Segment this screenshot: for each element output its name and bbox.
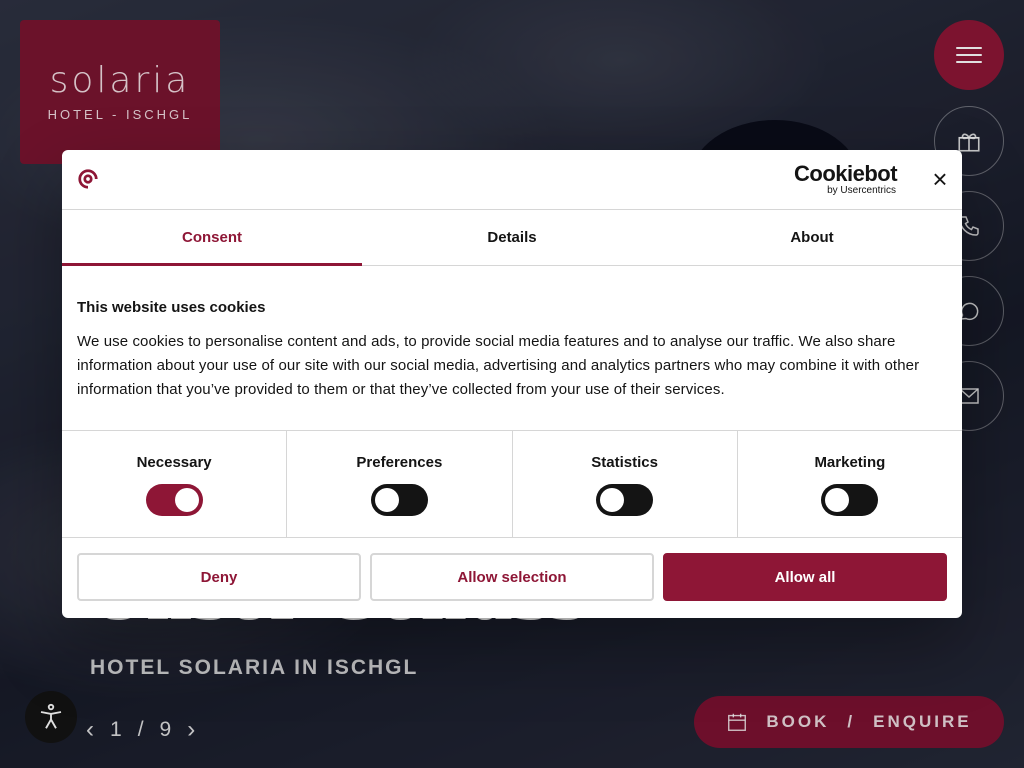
statistics-toggle[interactable]: [596, 484, 654, 516]
cookie-categories: Necessary Preferences Statistics Marketi…: [62, 430, 962, 538]
dialog-heading: This website uses cookies: [77, 299, 266, 316]
dialog-header: Cookiebot by Usercentrics ×: [62, 150, 962, 210]
deny-button[interactable]: Deny: [77, 553, 361, 601]
category-necessary: Necessary: [62, 431, 288, 537]
close-icon[interactable]: ×: [928, 166, 952, 192]
cookie-consent-dialog: Cookiebot by Usercentrics × Consent Deta…: [62, 150, 962, 618]
marketing-toggle[interactable]: [821, 484, 879, 516]
cookiebot-by-line: by Usercentrics: [827, 185, 896, 196]
category-marketing: Marketing: [738, 431, 962, 537]
necessary-toggle[interactable]: [145, 484, 203, 516]
tab-about[interactable]: About: [662, 210, 962, 265]
allow-all-button[interactable]: Allow all: [663, 553, 947, 601]
tab-details[interactable]: Details: [362, 210, 662, 265]
site-logo-icon: [78, 169, 98, 189]
toggle-knob: [374, 488, 399, 512]
category-statistics: Statistics: [513, 431, 738, 537]
category-label: Statistics: [591, 454, 658, 471]
toggle-knob: [174, 488, 199, 512]
category-label: Necessary: [136, 454, 212, 471]
dialog-body: This website uses cookies We use cookies…: [62, 266, 962, 430]
category-preferences: Preferences: [287, 431, 513, 537]
cookiebot-name: Cookiebot: [794, 161, 898, 186]
toggle-knob: [825, 488, 850, 512]
dialog-tabs: Consent Details About: [62, 210, 962, 266]
allow-selection-button[interactable]: Allow selection: [370, 553, 654, 601]
tab-consent[interactable]: Consent: [62, 210, 362, 266]
category-label: Marketing: [814, 454, 886, 471]
preferences-toggle[interactable]: [370, 484, 428, 516]
dialog-description: We use cookies to personalise content an…: [77, 333, 920, 398]
cookiebot-logo[interactable]: Cookiebot by Usercentrics: [794, 161, 898, 197]
category-label: Preferences: [356, 454, 443, 471]
toggle-knob: [600, 488, 625, 512]
dialog-actions: Deny Allow selection Allow all: [62, 538, 962, 616]
